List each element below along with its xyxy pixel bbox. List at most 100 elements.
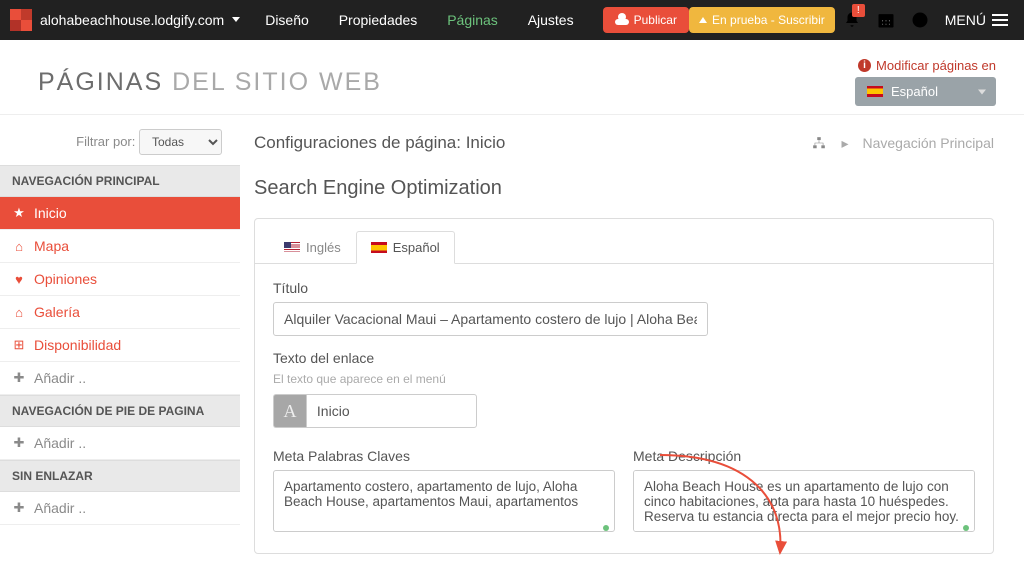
sidebar-item-disponibilidad[interactable]: ⊞ Disponibilidad xyxy=(0,329,240,362)
meta-row: Meta Palabras Claves Meta Descripción xyxy=(273,448,975,537)
main-nav: Diseño Propiedades Páginas Ajustes xyxy=(252,12,586,28)
logo-icon xyxy=(10,9,32,31)
language-selector[interactable]: Español xyxy=(855,77,996,106)
titulo-input[interactable] xyxy=(273,302,708,336)
enlace-hint: El texto que aparece en el menú xyxy=(273,372,975,386)
meta-kw-textarea[interactable] xyxy=(273,470,615,532)
language-warning: i Modificar páginas en xyxy=(855,58,996,73)
sitemap-icon xyxy=(811,136,827,150)
cloud-icon xyxy=(615,15,629,25)
tab-label: Inglés xyxy=(306,240,341,255)
help-icon xyxy=(910,10,930,30)
sidebar-item-label: Añadir .. xyxy=(34,435,86,451)
sidebar-item-mapa[interactable]: ⌂ Mapa xyxy=(0,230,240,263)
chevron-down-icon[interactable] xyxy=(232,17,240,22)
breadcrumb-text: Navegación Principal xyxy=(862,135,994,151)
status-dot-icon xyxy=(963,525,969,531)
site-domain[interactable]: alohabeachhouse.lodgify.com xyxy=(40,12,224,28)
text-format-icon: A xyxy=(273,394,306,428)
filter-select[interactable]: Todas xyxy=(139,129,222,155)
sidebar-item-label: Galería xyxy=(34,304,80,320)
upgrade-icon xyxy=(699,17,707,23)
seo-form: Título Texto del enlace El texto que apa… xyxy=(255,264,993,553)
main: Filtrar por: Todas NAVEGACIÓN PRINCIPAL … xyxy=(0,115,1024,554)
nav-ajustes[interactable]: Ajustes xyxy=(528,12,574,28)
plus-icon: ✚ xyxy=(12,500,26,516)
filter-label: Filtrar por: xyxy=(76,134,135,149)
calendar-icon xyxy=(876,10,896,30)
menu-button[interactable]: MENÚ xyxy=(945,11,1008,29)
lang-selected: Español xyxy=(891,84,938,99)
calendar-button[interactable] xyxy=(869,0,903,40)
filter-row: Filtrar por: Todas xyxy=(0,129,240,165)
tab-label: Español xyxy=(393,240,440,255)
sidebar-item-label: Añadir .. xyxy=(34,500,86,516)
sidebar-item-label: Inicio xyxy=(34,205,67,221)
publish-button[interactable]: Publicar xyxy=(603,7,689,33)
star-icon: ★ xyxy=(12,205,26,221)
notif-badge: ! xyxy=(852,4,865,17)
nav-diseno[interactable]: Diseño xyxy=(265,12,309,28)
config-title: Configuraciones de página: Inicio xyxy=(254,133,505,153)
page-title: PÁGINAS DEL SITIO WEB xyxy=(38,68,382,97)
trial-label: En prueba - Suscribir xyxy=(712,13,825,27)
meta-kw-label: Meta Palabras Claves xyxy=(273,448,615,464)
breadcrumb: ▸ Navegación Principal xyxy=(811,135,994,152)
sidebar-item-label: Opiniones xyxy=(34,271,97,287)
meta-desc-label: Meta Descripción xyxy=(633,448,975,464)
plus-box-icon: ⊞ xyxy=(12,337,26,353)
content: Configuraciones de página: Inicio ▸ Nave… xyxy=(240,115,1024,554)
enlace-row: A xyxy=(273,394,477,428)
sidebar: Filtrar por: Todas NAVEGACIÓN PRINCIPAL … xyxy=(0,115,240,554)
help-button[interactable] xyxy=(903,0,937,40)
title-thin: DEL SITIO WEB xyxy=(172,68,382,96)
sidebar-item-opiniones[interactable]: ♥ Opiniones xyxy=(0,263,240,296)
lang-warn-text: Modificar páginas en xyxy=(876,58,996,73)
home-icon: ⌂ xyxy=(12,305,26,320)
nav-paginas[interactable]: Páginas xyxy=(447,12,498,28)
tab-english[interactable]: Inglés xyxy=(269,231,356,264)
seo-panel: Inglés Español Título Texto del enlace E… xyxy=(254,218,994,554)
content-header-row: Configuraciones de página: Inicio ▸ Nave… xyxy=(254,133,994,153)
sidebar-add-sin[interactable]: ✚ Añadir .. xyxy=(0,492,240,525)
sidebar-item-label: Mapa xyxy=(34,238,69,254)
topbar: alohabeachhouse.lodgify.com Diseño Propi… xyxy=(0,0,1024,40)
home-icon: ⌂ xyxy=(12,239,26,254)
sidebar-add-pie[interactable]: ✚ Añadir .. xyxy=(0,427,240,460)
plus-icon: ✚ xyxy=(12,435,26,451)
sidebar-item-galeria[interactable]: ⌂ Galería xyxy=(0,296,240,329)
sidebar-item-inicio[interactable]: ★ Inicio xyxy=(0,197,240,230)
enlace-label: Texto del enlace xyxy=(273,350,975,366)
sidebar-add-principal[interactable]: ✚ Añadir .. xyxy=(0,362,240,395)
warning-icon: i xyxy=(858,59,871,72)
publish-label: Publicar xyxy=(634,13,677,27)
enlace-input[interactable] xyxy=(306,394,477,428)
title-strong: PÁGINAS xyxy=(38,68,163,96)
flag-es-icon xyxy=(371,242,387,253)
nav-propiedades[interactable]: Propiedades xyxy=(339,12,418,28)
heart-icon: ♥ xyxy=(12,272,26,287)
sidebar-item-label: Disponibilidad xyxy=(34,337,121,353)
status-dot-icon xyxy=(603,525,609,531)
meta-keywords-col: Meta Palabras Claves xyxy=(273,448,615,537)
nav-section-sin: SIN ENLAZAR xyxy=(0,460,240,492)
nav-section-principal: NAVEGACIÓN PRINCIPAL xyxy=(0,165,240,197)
nav-section-pie: NAVEGACIÓN DE PIE DE PAGINA xyxy=(0,395,240,427)
language-box: i Modificar páginas en Español xyxy=(855,58,996,106)
language-tabs: Inglés Español xyxy=(255,219,993,264)
page-header: PÁGINAS DEL SITIO WEB i Modificar página… xyxy=(0,40,1024,115)
titulo-label: Título xyxy=(273,280,975,296)
flag-es-icon xyxy=(867,86,883,97)
notifications-button[interactable]: ! xyxy=(835,0,869,40)
plus-icon: ✚ xyxy=(12,370,26,386)
hamburger-icon xyxy=(992,11,1008,29)
flag-en-icon xyxy=(284,242,300,253)
chevron-right-icon: ▸ xyxy=(841,135,848,152)
meta-desc-textarea[interactable] xyxy=(633,470,975,532)
meta-desc-col: Meta Descripción xyxy=(633,448,975,537)
trial-badge[interactable]: En prueba - Suscribir xyxy=(689,7,835,33)
sidebar-item-label: Añadir .. xyxy=(34,370,86,386)
seo-heading: Search Engine Optimization xyxy=(254,177,994,200)
tab-spanish[interactable]: Español xyxy=(356,231,455,264)
menu-label: MENÚ xyxy=(945,12,986,28)
